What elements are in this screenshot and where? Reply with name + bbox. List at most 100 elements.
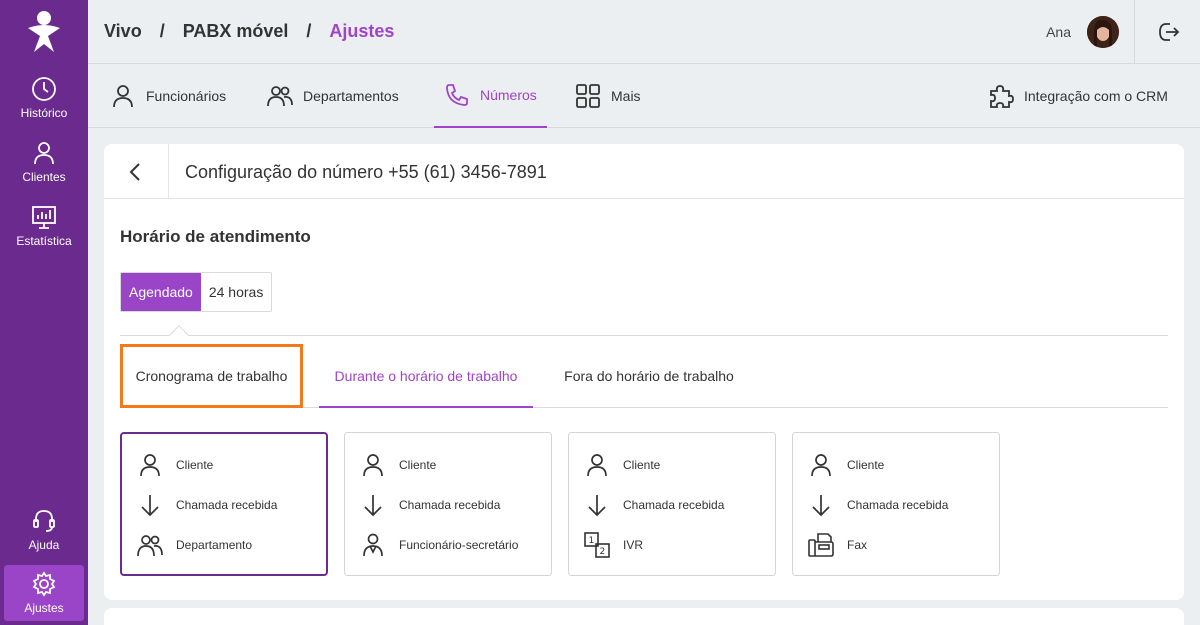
schedule-subtabs: Cronograma de trabalho Durante o horário… bbox=[120, 344, 1168, 408]
option-row: Cliente bbox=[583, 451, 660, 479]
breadcrumb-item[interactable]: Vivo bbox=[104, 21, 142, 42]
breadcrumb-separator: / bbox=[306, 21, 312, 41]
subtab-outside-hours[interactable]: Fora do horário de trabalho bbox=[549, 344, 749, 408]
crm-label: Integração com o CRM bbox=[1024, 88, 1168, 104]
secretary-icon bbox=[363, 533, 383, 557]
crm-integration-link[interactable]: Integração com o CRM bbox=[988, 64, 1168, 128]
option-label: Cliente bbox=[623, 458, 661, 472]
chart-icon bbox=[32, 206, 56, 229]
option-label: Chamada recebida bbox=[623, 498, 725, 512]
subtab-during-hours[interactable]: Durante o horário de trabalho bbox=[319, 344, 533, 408]
option-row: Cliente bbox=[136, 451, 213, 479]
person-icon bbox=[363, 454, 383, 477]
sidebar-item-label: Ajuda bbox=[28, 538, 60, 552]
person-icon bbox=[587, 454, 607, 477]
user-name: Ana bbox=[1046, 24, 1071, 40]
person-icon bbox=[113, 85, 133, 108]
toggle-pointer bbox=[169, 325, 189, 345]
option-row: Chamada recebida bbox=[807, 491, 948, 519]
back-button[interactable] bbox=[104, 144, 169, 199]
sidebar-item-label: Histórico bbox=[20, 106, 68, 120]
logout-icon[interactable] bbox=[1156, 20, 1180, 44]
tab-departamentos[interactable]: Departamentos bbox=[267, 64, 399, 128]
arrow-down-icon bbox=[812, 495, 830, 517]
option-row: Cliente bbox=[807, 451, 884, 479]
person-icon bbox=[34, 142, 54, 165]
gear-icon bbox=[32, 571, 56, 597]
option-row: Departamento bbox=[136, 531, 252, 559]
option-label: Cliente bbox=[176, 458, 214, 472]
tab-numeros[interactable]: Números bbox=[434, 64, 547, 128]
breadcrumb-item[interactable]: PABX móvel bbox=[183, 21, 289, 42]
option-label: Chamada recebida bbox=[176, 498, 278, 512]
option-department[interactable]: Cliente Chamada recebida Departamento bbox=[120, 432, 328, 576]
secondary-card bbox=[104, 608, 1184, 625]
tab-label: Números bbox=[480, 87, 537, 103]
tab-label: Mais bbox=[611, 88, 641, 104]
tab-label: Funcionários bbox=[146, 88, 227, 104]
option-label: Cliente bbox=[399, 458, 437, 472]
page-title: Configuração do número +55 (61) 3456-789… bbox=[185, 162, 547, 182]
fax-icon bbox=[808, 533, 834, 557]
option-ivr[interactable]: Cliente Chamada recebida 12 IVR bbox=[568, 432, 776, 576]
sidebar-item-ajustes[interactable]: Ajustes bbox=[4, 565, 84, 621]
phone-icon bbox=[446, 84, 468, 106]
toggle-24h[interactable]: 24 horas bbox=[200, 273, 272, 311]
arrow-down-icon bbox=[141, 495, 159, 517]
tab-funcionarios[interactable]: Funcionários bbox=[110, 64, 226, 128]
svg-text:2: 2 bbox=[600, 547, 606, 557]
option-label: Cliente bbox=[847, 458, 885, 472]
top-nav: Funcionários Departamentos Números Mais … bbox=[88, 64, 1200, 128]
option-label: Funcionário-secretário bbox=[399, 538, 519, 552]
option-row: Chamada recebida bbox=[136, 491, 277, 519]
header: Vivo / PABX móvel / Ajustes Ana bbox=[88, 0, 1200, 64]
sidebar-item-label: Clientes bbox=[22, 170, 66, 184]
sidebar: Histórico Clientes Estatística Ajuda Aju… bbox=[0, 0, 88, 625]
sidebar-item-historico[interactable]: Histórico bbox=[4, 70, 84, 126]
option-row: 12 IVR bbox=[583, 531, 643, 559]
tab-mais[interactable]: Mais bbox=[575, 64, 641, 128]
puzzle-icon bbox=[990, 85, 1014, 108]
headset-icon bbox=[33, 510, 55, 532]
logo-icon[interactable] bbox=[24, 10, 64, 54]
people-icon bbox=[137, 535, 163, 557]
person-icon bbox=[140, 454, 160, 477]
breadcrumb-current: Ajustes bbox=[329, 21, 395, 41]
option-row: Funcionário-secretário bbox=[359, 531, 518, 559]
option-label: Chamada recebida bbox=[399, 498, 501, 512]
people-icon bbox=[267, 86, 293, 107]
option-label: Fax bbox=[847, 538, 868, 552]
option-label: IVR bbox=[623, 538, 644, 552]
option-row: Fax bbox=[807, 531, 867, 559]
option-row: Chamada recebida bbox=[359, 491, 500, 519]
section-title: Horário de atendimento bbox=[120, 227, 311, 246]
number-config-card: Configuração do número +55 (61) 3456-789… bbox=[104, 144, 1184, 600]
option-fax[interactable]: Cliente Chamada recebida Fax bbox=[792, 432, 1000, 576]
ivr-icon: 12 bbox=[584, 532, 610, 558]
header-divider bbox=[1134, 0, 1135, 64]
arrow-down-icon bbox=[588, 495, 606, 517]
clock-icon bbox=[32, 77, 56, 101]
schedule-toggle: Agendado 24 horas bbox=[120, 272, 273, 312]
option-row: Cliente bbox=[359, 451, 436, 479]
subtab-work-schedule[interactable]: Cronograma de trabalho bbox=[120, 344, 303, 408]
svg-text:1: 1 bbox=[589, 536, 595, 546]
sidebar-item-label: Estatística bbox=[16, 234, 72, 248]
sidebar-item-estatistica[interactable]: Estatística bbox=[4, 198, 84, 254]
breadcrumb-separator: / bbox=[159, 21, 165, 41]
card-header: Configuração do número +55 (61) 3456-789… bbox=[104, 144, 1184, 199]
option-label: Departamento bbox=[176, 538, 253, 552]
option-employee-secretary[interactable]: Cliente Chamada recebida Funcionário-sec… bbox=[344, 432, 552, 576]
option-row: Chamada recebida bbox=[583, 491, 724, 519]
avatar[interactable] bbox=[1087, 16, 1119, 48]
person-icon bbox=[811, 454, 831, 477]
grid-icon bbox=[576, 84, 600, 108]
option-label: Chamada recebida bbox=[847, 498, 949, 512]
sidebar-item-ajuda[interactable]: Ajuda bbox=[4, 502, 84, 558]
sidebar-item-label: Ajustes bbox=[24, 601, 64, 615]
toggle-scheduled[interactable]: Agendado bbox=[121, 273, 201, 311]
sidebar-item-clientes[interactable]: Clientes bbox=[4, 134, 84, 190]
breadcrumb: Vivo / PABX móvel / Ajustes bbox=[104, 21, 394, 42]
tab-label: Departamentos bbox=[303, 88, 399, 104]
chevron-left-icon bbox=[129, 162, 140, 181]
